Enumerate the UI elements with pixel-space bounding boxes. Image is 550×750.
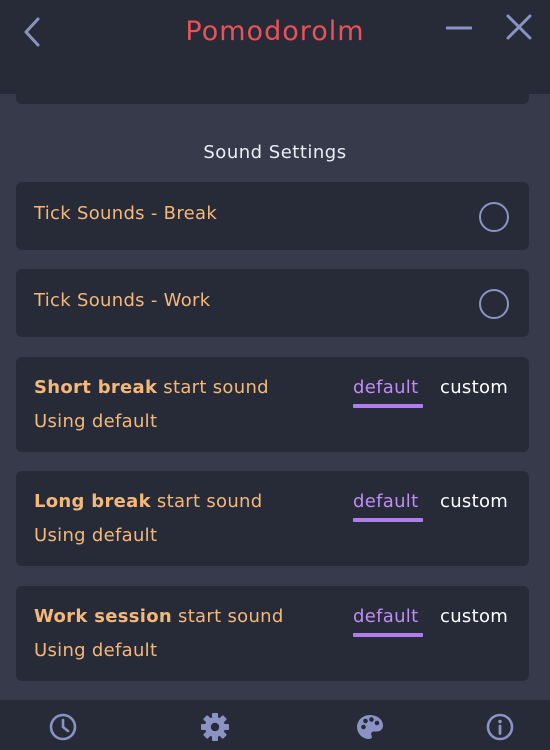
close-icon [506, 14, 532, 40]
tick-sounds-work-toggle[interactable]: Tick Sounds - Work [16, 269, 529, 337]
default-option[interactable]: default [353, 606, 418, 627]
work-session-sound-card: Work session start sound Using default d… [16, 586, 529, 681]
sound-status: Using default [34, 525, 158, 546]
sound-title-bold: Long break [34, 491, 151, 512]
minimize-button[interactable] [445, 20, 473, 34]
sound-title-rest: start sound [150, 491, 263, 512]
gear-icon [201, 713, 229, 741]
custom-option[interactable]: custom [440, 491, 508, 512]
toggle-label: Tick Sounds - Break [34, 203, 218, 224]
sound-title-bold: Work session [34, 606, 172, 627]
default-option[interactable]: default [353, 377, 418, 398]
clock-icon [49, 713, 77, 741]
nav-about-button[interactable] [485, 712, 515, 742]
custom-option[interactable]: custom [440, 606, 508, 627]
minimize-icon [445, 26, 473, 30]
selected-underline [353, 404, 423, 408]
selected-underline [353, 518, 423, 522]
sound-title-rest: start sound [157, 377, 269, 398]
nav-theme-button[interactable] [355, 712, 385, 742]
radio-circle-icon[interactable] [479, 289, 509, 319]
long-break-sound-card: Long break start sound Using default def… [16, 471, 529, 566]
radio-circle-icon[interactable] [479, 202, 509, 232]
selected-underline [353, 633, 423, 637]
sound-title-rest: start sound [172, 606, 284, 627]
short-break-sound-card: Short break start sound Using default de… [16, 357, 529, 452]
sound-title-bold: Short break [34, 377, 158, 398]
info-icon [486, 713, 514, 741]
title-bar: Pomodorolm [0, 0, 550, 94]
bottom-nav [0, 700, 550, 750]
palette-icon [357, 715, 383, 739]
sound-title: Long break start sound [34, 491, 263, 512]
default-option[interactable]: default [353, 491, 418, 512]
sound-title: Work session start sound [34, 606, 284, 627]
previous-settings-card [16, 94, 529, 104]
nav-timer-button[interactable] [48, 712, 78, 742]
custom-option[interactable]: custom [440, 377, 508, 398]
nav-settings-button[interactable] [200, 712, 230, 742]
settings-scroll-area[interactable]: Sound Settings Tick Sounds - Break Tick … [0, 94, 550, 700]
sound-status: Using default [34, 411, 158, 432]
sound-status: Using default [34, 640, 158, 661]
tick-sounds-break-toggle[interactable]: Tick Sounds - Break [16, 182, 529, 250]
close-button[interactable] [505, 13, 533, 41]
section-title: Sound Settings [203, 142, 347, 163]
toggle-label: Tick Sounds - Work [34, 290, 211, 311]
sound-title: Short break start sound [34, 377, 269, 398]
